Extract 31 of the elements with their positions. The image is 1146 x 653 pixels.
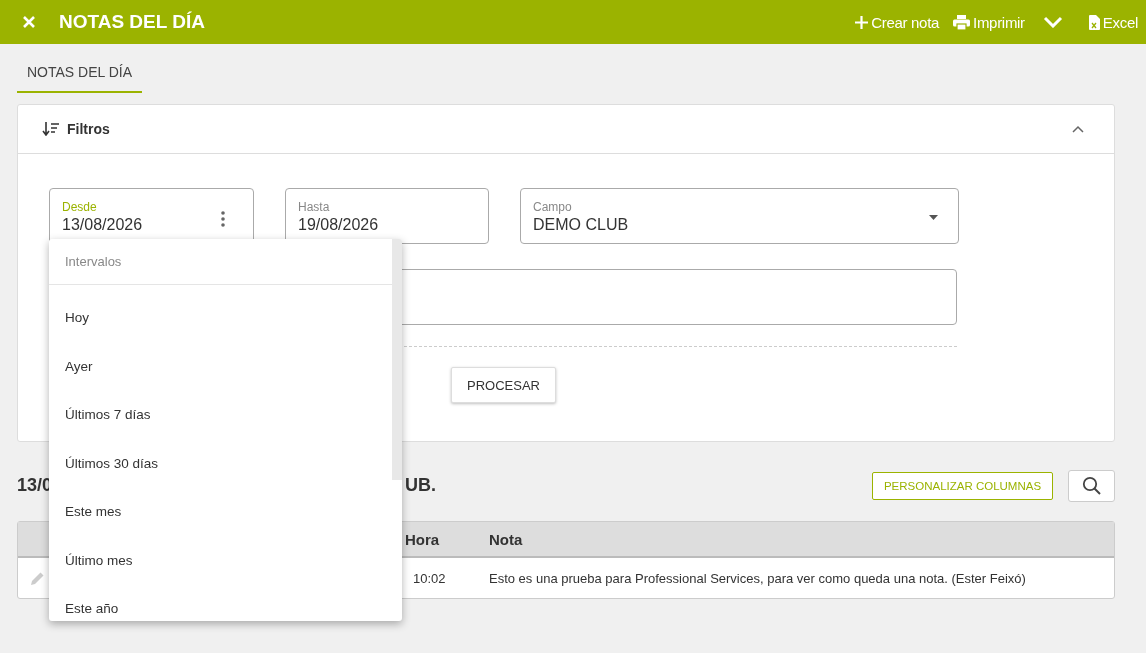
menu-item[interactable]: Últimos 7 días — [49, 394, 392, 443]
close-icon[interactable] — [22, 15, 36, 29]
menu-item[interactable]: Últimos 30 días — [49, 442, 392, 491]
window-title: NOTAS DEL DÍA — [59, 11, 206, 33]
table-cell-text: 10:02 — [412, 570, 447, 586]
chevron-down-icon[interactable] — [1042, 16, 1063, 28]
process-button[interactable]: PROCESAR — [451, 367, 556, 403]
table-cell-text: Esto es una prueba para Professional Services, para ver como queda una nota. (Ester Feixó) — [489, 570, 1027, 586]
menu-item[interactable]: Ayer — [49, 345, 392, 394]
collapse-icon[interactable] — [1072, 125, 1084, 133]
spreadsheet-file-icon — [1088, 14, 1100, 30]
input-field[interactable]: Hasta 19/08/2026 — [285, 188, 489, 244]
menu-item[interactable]: Este año — [49, 588, 392, 621]
pencil-icon[interactable] — [30, 570, 45, 586]
menu-item[interactable]: Último mes — [49, 539, 392, 588]
filters-title: Filtros — [67, 121, 110, 137]
plus-icon — [855, 15, 869, 29]
summary-heading: UB. — [405, 475, 436, 496]
column-header[interactable]: Nota — [489, 530, 1114, 548]
tab[interactable]: NOTAS DEL DÍA — [17, 44, 143, 93]
menu-item[interactable]: Hoy — [49, 297, 392, 346]
input-field[interactable]: Campo DEMO CLUB — [520, 188, 959, 244]
scrollbar[interactable] — [392, 239, 402, 480]
search-icon — [1082, 476, 1101, 495]
search-button[interactable] — [1068, 469, 1115, 502]
menu-item[interactable]: Este mes — [49, 491, 392, 540]
sort-icon — [42, 122, 60, 136]
column-header[interactable]: Hora — [405, 530, 489, 548]
printer-icon — [953, 14, 971, 30]
dropdown-arrow-icon[interactable] — [929, 215, 938, 220]
more-vertical-icon[interactable] — [221, 211, 225, 227]
